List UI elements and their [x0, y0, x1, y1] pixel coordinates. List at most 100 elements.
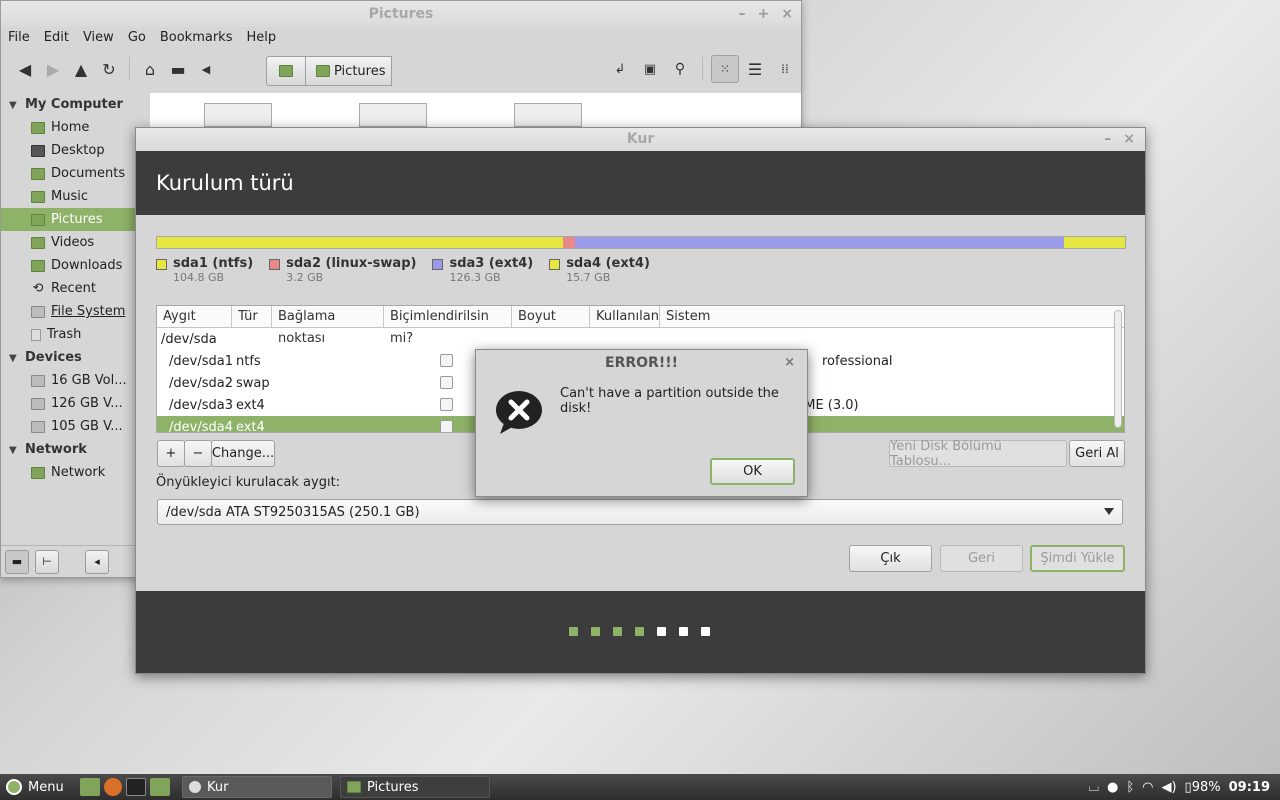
start-menu-button[interactable]: Menu [0, 779, 76, 795]
drive-icon [31, 420, 45, 433]
clock[interactable]: 09:19 [1229, 780, 1270, 795]
file-thumbnail[interactable] [359, 103, 427, 127]
menu-edit[interactable]: Edit [44, 30, 69, 45]
change-partition-button[interactable]: Change... [211, 440, 275, 467]
menu-go[interactable]: Go [128, 30, 146, 45]
sidebar-item-videos[interactable]: Videos [1, 231, 149, 254]
quit-button[interactable]: Çık [849, 545, 932, 572]
format-checkbox[interactable] [440, 398, 453, 411]
sidebar-item-device-3[interactable]: 105 GB V... [1, 415, 149, 438]
list-view-icon[interactable]: ☰ [741, 55, 769, 83]
installer-titlebar[interactable]: Kur – × [136, 128, 1145, 151]
task-pictures[interactable]: Pictures [340, 776, 490, 798]
sidebar-item-recent[interactable]: ⟲ Recent [1, 277, 149, 300]
col-device[interactable]: Aygıt [157, 306, 232, 327]
back-button[interactable]: Geri [940, 545, 1023, 572]
wifi-icon[interactable]: ◠ [1142, 780, 1153, 795]
reload-icon[interactable]: ↻ [95, 55, 123, 83]
error-dialog-titlebar[interactable]: ERROR!!! × [476, 350, 807, 376]
section-my-computer[interactable]: ▼ My Computer [1, 93, 149, 116]
breadcrumb-folder-icon[interactable] [266, 56, 306, 86]
col-mount[interactable]: Bağlama noktası [272, 306, 384, 346]
sidebar-item-music[interactable]: Music [1, 185, 149, 208]
sidebar-item-downloads[interactable]: Downloads [1, 254, 149, 277]
minimize-button[interactable]: – [1104, 128, 1111, 151]
close-button[interactable]: × [784, 350, 795, 376]
sidebar-item-documents[interactable]: Documents [1, 162, 149, 185]
table-scrollbar[interactable] [1114, 310, 1122, 428]
menu-help[interactable]: Help [246, 30, 276, 45]
sidebar-item-pictures[interactable]: Pictures [1, 208, 149, 231]
forward-icon[interactable]: ▶ [39, 55, 67, 83]
close-button[interactable]: × [1123, 128, 1135, 151]
error-dialog: ERROR!!! × Can't have a partition outsid… [475, 349, 808, 497]
step-dot [613, 627, 622, 636]
col-type[interactable]: Tür [232, 306, 272, 327]
compact-view-icon[interactable]: ⁞⁞ [771, 55, 799, 83]
revert-button[interactable]: Geri Al [1069, 440, 1125, 467]
icon-view-icon[interactable]: ⁙ [711, 55, 739, 83]
computer-icon[interactable]: ▬ [164, 55, 192, 83]
sidebar-item-network[interactable]: Network [1, 461, 149, 484]
menu-file[interactable]: File [8, 30, 30, 45]
toggle-location-icon[interactable]: ↲ [606, 55, 634, 83]
places-toggle-icon[interactable]: ▬ [5, 549, 29, 574]
show-desktop-icon[interactable] [80, 778, 100, 796]
breadcrumb-pictures[interactable]: Pictures [306, 56, 393, 86]
col-system[interactable]: Sistem [660, 306, 1124, 327]
files-icon[interactable] [150, 778, 170, 796]
sidebar-item-desktop[interactable]: Desktop [1, 139, 149, 162]
sidebar-item-device-1[interactable]: 16 GB Vol... [1, 369, 149, 392]
add-partition-button[interactable]: + [157, 440, 185, 467]
terminal-icon[interactable] [126, 778, 146, 796]
sidebar-item-home[interactable]: Home [1, 116, 149, 139]
desktop-icon [31, 144, 45, 157]
close-button[interactable]: × [781, 1, 793, 27]
bootloader-device-select[interactable]: /dev/sda ATA ST9250315AS (250.1 GB) [157, 499, 1123, 525]
section-network[interactable]: ▼ Network [1, 438, 149, 461]
menu-view[interactable]: View [83, 30, 114, 45]
back-icon[interactable]: ◀ [11, 55, 39, 83]
firefox-icon[interactable] [104, 778, 122, 796]
format-checkbox[interactable] [440, 376, 453, 389]
format-checkbox[interactable] [440, 420, 453, 432]
col-format[interactable]: Biçimlendirilsin mi? [384, 306, 512, 346]
tree-view-icon[interactable]: ⊢ [35, 549, 59, 574]
remove-partition-button[interactable]: − [184, 440, 212, 467]
col-size[interactable]: Boyut [512, 306, 590, 327]
search-icon[interactable]: ⚲ [666, 55, 694, 83]
maximize-button[interactable]: + [758, 1, 770, 27]
col-used[interactable]: Kullanılan [590, 306, 660, 327]
disk-segment-2 [562, 237, 576, 248]
fm-toolbar: ◀ ▶ ▲ ↻ ⌂ ▬ ◀ Pictures ↲ ▣ ⚲ ⁙ ☰ ⁞⁞ [1, 47, 801, 91]
path-left-icon[interactable]: ◀ [192, 55, 220, 83]
file-thumbnail[interactable] [514, 103, 582, 127]
error-icon [494, 390, 544, 440]
section-devices[interactable]: ▼ Devices [1, 346, 149, 369]
menu-bookmarks[interactable]: Bookmarks [160, 30, 233, 45]
battery-icon[interactable]: ▯98% [1185, 780, 1221, 795]
home-icon[interactable]: ⌂ [136, 55, 164, 83]
sidebar-item-file-system[interactable]: File System [1, 300, 149, 323]
install-now-button[interactable]: Şimdi Yükle [1030, 545, 1125, 572]
volume-icon[interactable]: ◀) [1161, 780, 1176, 795]
new-partition-table-button[interactable]: Yeni Disk Bölümü Tablosu... [889, 439, 1067, 469]
minimize-button[interactable]: – [739, 1, 746, 27]
ok-button[interactable]: OK [710, 458, 795, 485]
hide-sidebar-icon[interactable]: ◂ [85, 549, 109, 574]
sidebar-item-trash[interactable]: Trash [1, 323, 149, 346]
up-icon[interactable]: ▲ [67, 55, 95, 83]
file-thumbnail[interactable] [204, 103, 272, 127]
disk-segment-3 [575, 237, 1065, 248]
installer-footer [136, 591, 1145, 673]
format-checkbox[interactable] [440, 354, 453, 367]
fm-title: Pictures [368, 6, 434, 22]
keyboard-icon[interactable]: ⌴ [1089, 780, 1099, 795]
task-kur[interactable]: Kur [182, 776, 332, 798]
bluetooth-icon[interactable]: ᛒ [1126, 780, 1134, 795]
user-icon[interactable]: ● [1107, 780, 1118, 795]
new-folder-icon[interactable]: ▣ [636, 55, 664, 83]
fm-titlebar[interactable]: Pictures – + × [1, 1, 801, 27]
table-row-disk[interactable]: /dev/sda [157, 328, 1124, 350]
sidebar-item-device-2[interactable]: 126 GB V... [1, 392, 149, 415]
